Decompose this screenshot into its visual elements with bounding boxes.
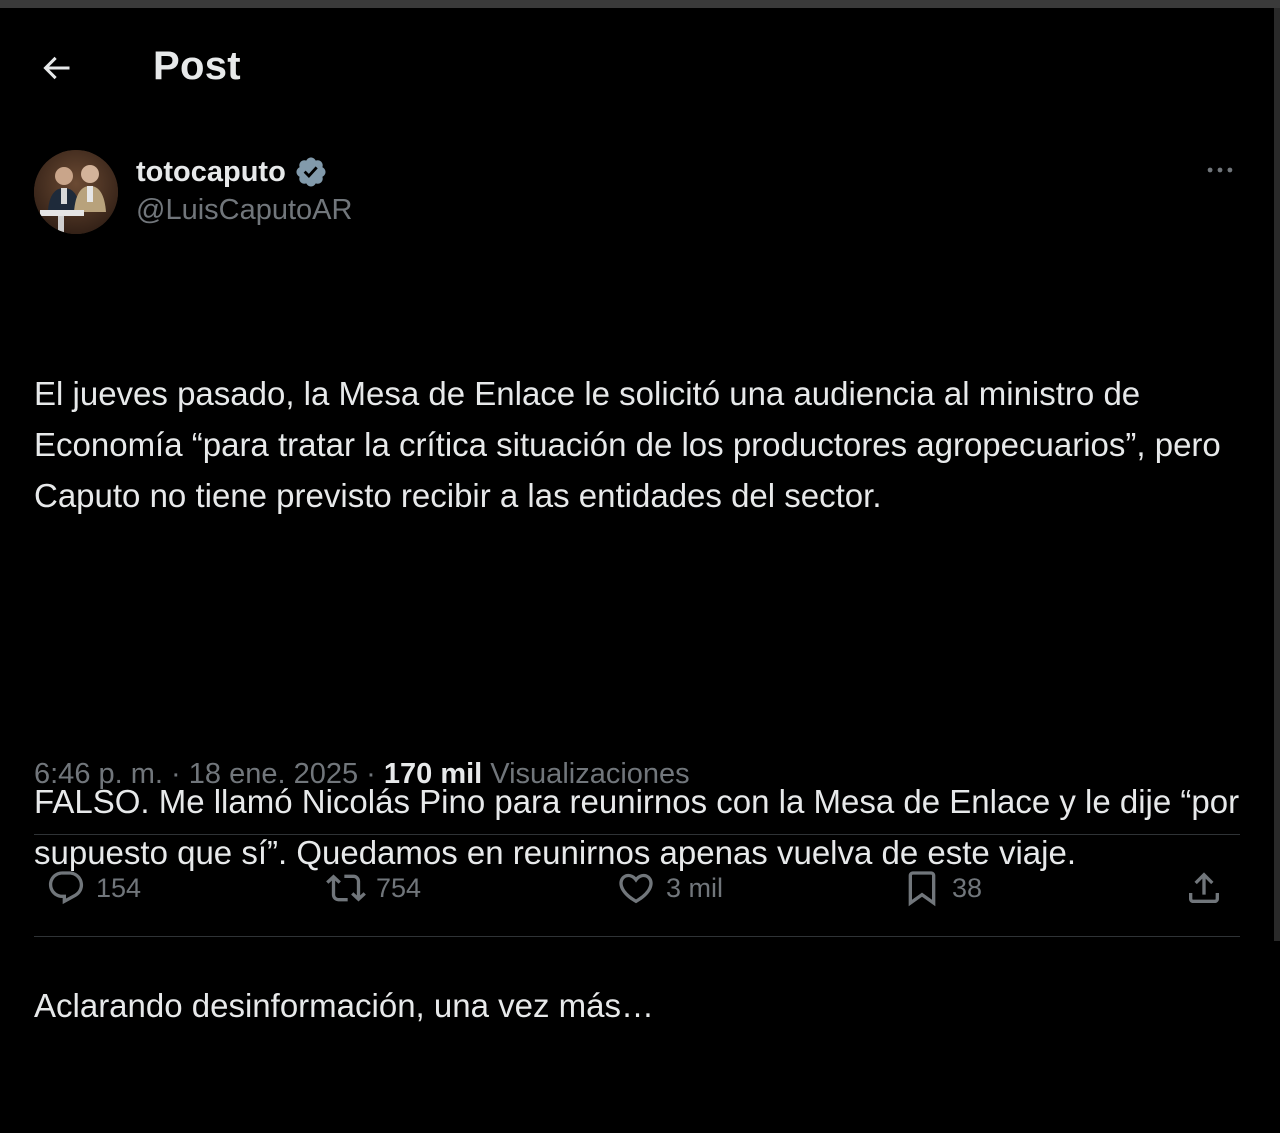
more-options-button[interactable]: [1196, 150, 1244, 190]
meta-separator: ·: [366, 758, 376, 790]
verified-badge-icon: [296, 157, 326, 187]
divider: [34, 834, 1240, 835]
tweet-paragraph-3: Aclarando desinformación, una vez más…: [34, 987, 654, 1024]
meta-separator: ·: [171, 758, 181, 790]
repost-icon: [326, 874, 366, 902]
reply-icon: [48, 871, 84, 905]
more-dots-icon: [1207, 167, 1233, 173]
arrow-left-icon: [43, 56, 70, 80]
divider: [34, 936, 1240, 937]
bookmark-count: 38: [952, 872, 983, 903]
heart-icon: [619, 873, 653, 904]
page-header: Post: [0, 8, 1274, 128]
views-label: Visualizaciones: [490, 758, 690, 790]
repost-button[interactable]: 754: [326, 860, 421, 916]
tweet-paragraph-1: El jueves pasado, la Mesa de Enlace le s…: [34, 375, 1230, 514]
share-icon: [1189, 872, 1219, 903]
avatar-photo-icon: [34, 150, 118, 234]
post-screen: Post totocaputo @LuisCaputoAR El jueves …: [0, 0, 1280, 1024]
like-button[interactable]: 3 mil: [616, 860, 723, 916]
tweet-text: El jueves pasado, la Mesa de Enlace le s…: [34, 266, 1244, 1133]
share-button[interactable]: [1184, 860, 1224, 916]
window-top-edge: [0, 0, 1280, 8]
bookmark-icon: [908, 871, 936, 907]
like-count: 3 mil: [666, 872, 724, 903]
repost-count: 754: [376, 872, 422, 903]
action-bar: 154 754 3 mil 38: [34, 860, 1240, 916]
bookmark-button[interactable]: 38: [902, 860, 982, 916]
page-title: Post: [153, 44, 241, 88]
reply-button[interactable]: 154: [46, 860, 141, 916]
author-handle[interactable]: @LuisCaputoAR: [136, 194, 352, 227]
reply-count: 154: [96, 872, 142, 903]
tweet-date[interactable]: 18 ene. 2025: [189, 758, 358, 790]
tweet-time[interactable]: 6:46 p. m.: [34, 758, 163, 790]
back-button[interactable]: [26, 42, 86, 94]
views-count[interactable]: 170 mil: [384, 758, 482, 790]
author-name-row[interactable]: totocaputo: [136, 152, 328, 192]
scrollbar-track[interactable]: [1274, 8, 1280, 941]
avatar[interactable]: [34, 150, 118, 234]
tweet-meta: 6:46 p. m. · 18 ene. 2025 · 170 mil Visu…: [34, 758, 690, 791]
author-display-name[interactable]: totocaputo: [136, 156, 286, 189]
